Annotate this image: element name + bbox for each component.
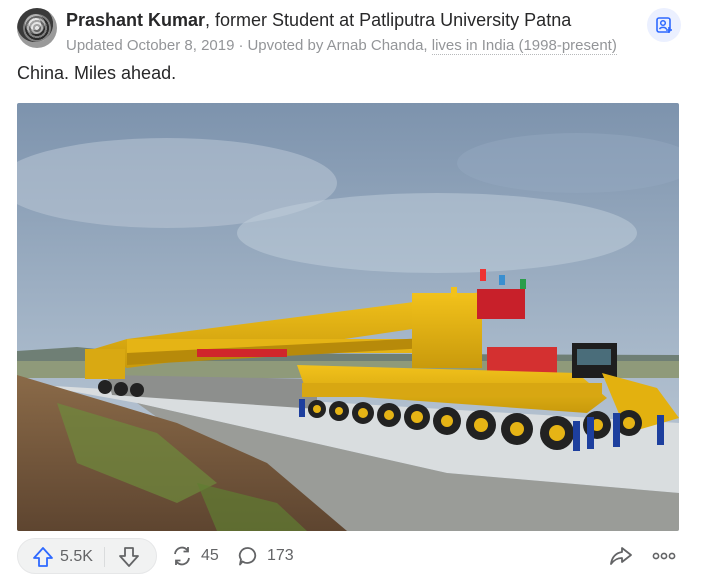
author-location[interactable]: lives in India (1998-present)	[431, 37, 617, 55]
answer-photo[interactable]	[17, 103, 679, 531]
author-name[interactable]: Prashant Kumar	[66, 10, 205, 30]
vote-divider	[104, 547, 105, 567]
comment-bubble-icon	[238, 547, 257, 566]
updated-date[interactable]: Updated October 8, 2019	[66, 37, 234, 54]
share-button[interactable]	[609, 544, 633, 573]
answer-meta: Updated October 8, 2019 · Upvoted by Arnab…	[66, 37, 617, 55]
upvote-button[interactable]: 5.5K	[32, 545, 93, 569]
reshare-count: 45	[201, 547, 219, 564]
vote-pill: 5.5K	[17, 538, 157, 574]
answer-action-bar: 5.5K 45 173	[0, 538, 720, 574]
meta-separator: ·	[238, 37, 244, 54]
downvote-arrow-icon	[119, 547, 139, 567]
share-arrow-icon	[610, 547, 632, 565]
reshare-button[interactable]: 45	[171, 544, 219, 568]
follow-button[interactable]	[647, 8, 681, 42]
more-options-button[interactable]	[651, 544, 677, 573]
downvote-button[interactable]	[118, 545, 140, 569]
more-dots-icon	[652, 552, 676, 560]
author-credential[interactable]: , former Student at Patliputra Universit…	[205, 10, 571, 30]
upvoted-by[interactable]: Upvoted by Arnab Chanda,	[247, 37, 427, 54]
follow-person-plus-icon	[656, 17, 672, 33]
comment-button[interactable]: 173	[237, 544, 294, 568]
upvote-arrow-icon	[33, 547, 53, 567]
author-line: Prashant Kumar, former Student at Patlip…	[66, 10, 571, 31]
comment-count: 173	[267, 547, 294, 564]
author-avatar[interactable]	[17, 8, 57, 48]
reshare-icon	[174, 546, 190, 566]
answer-text: China. Miles ahead.	[17, 63, 177, 83]
upvote-count: 5.5K	[60, 548, 93, 565]
